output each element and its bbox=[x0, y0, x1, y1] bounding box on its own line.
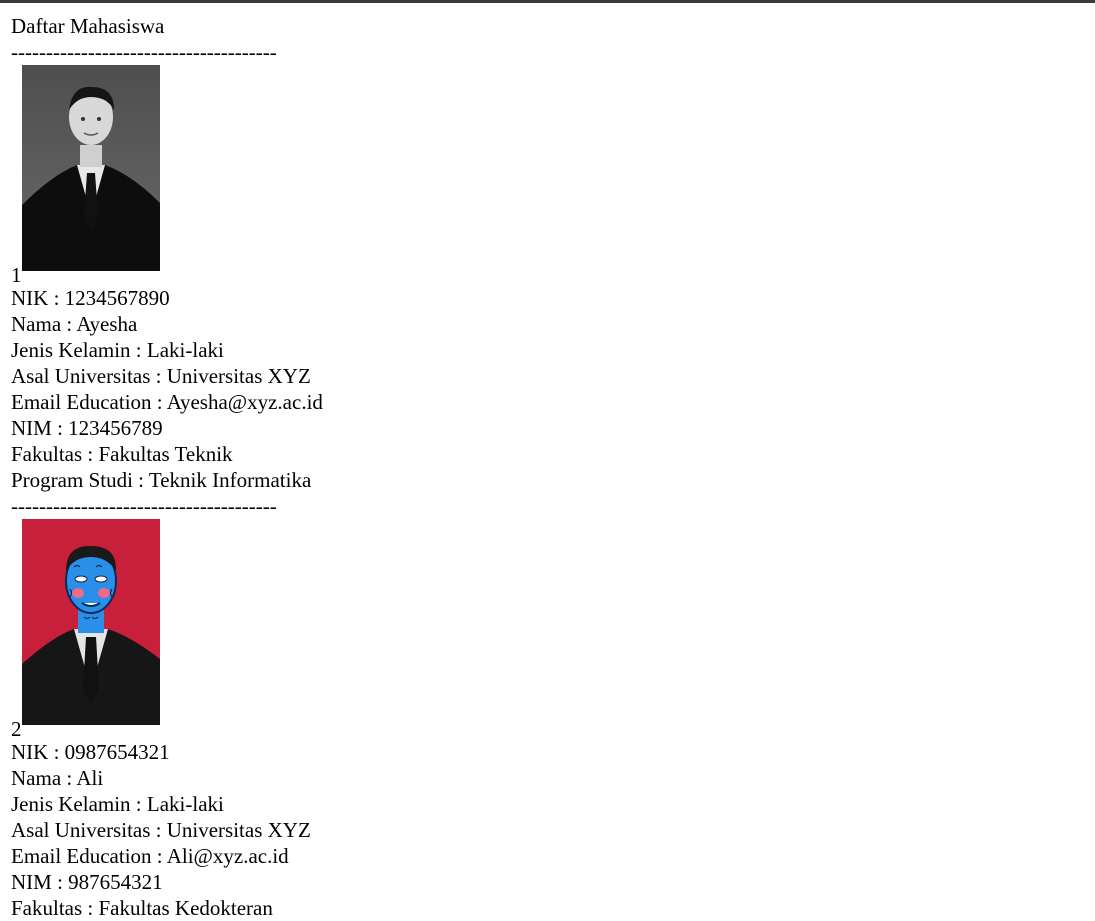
student-fakultas: Fakultas : Fakultas Kedokteran bbox=[11, 896, 273, 920]
student-fakultas: Fakultas : Fakultas Teknik bbox=[11, 442, 233, 466]
student-photo-row: 2 bbox=[11, 519, 1081, 741]
separator: -------------------------------------- bbox=[11, 494, 277, 518]
browser-top-border bbox=[0, 0, 1095, 3]
student-photo-row: 1 bbox=[11, 65, 1081, 287]
student-program-studi: Program Studi : Teknik Informatika bbox=[11, 468, 312, 492]
student-photo bbox=[22, 519, 160, 725]
student-nik: NIK : 0987654321 bbox=[11, 740, 170, 764]
student-nik: NIK : 1234567890 bbox=[11, 286, 170, 310]
student-list: Daftar Mahasiswa -----------------------… bbox=[11, 13, 1081, 921]
student-asal-universitas: Asal Universitas : Universitas XYZ bbox=[11, 364, 311, 388]
student-nama: Nama : Ali bbox=[11, 766, 104, 790]
separator: -------------------------------------- bbox=[11, 40, 277, 64]
student-asal-universitas: Asal Universitas : Universitas XYZ bbox=[11, 818, 311, 842]
student-index: 1 bbox=[11, 263, 22, 287]
student-email: Email Education : Ayesha@xyz.ac.id bbox=[11, 390, 323, 414]
student-nim: NIM : 987654321 bbox=[11, 870, 163, 894]
student-email: Email Education : Ali@xyz.ac.id bbox=[11, 844, 289, 868]
page-title: Daftar Mahasiswa bbox=[11, 14, 165, 38]
student-nama: Nama : Ayesha bbox=[11, 312, 138, 336]
student-photo bbox=[22, 65, 160, 271]
student-jenis-kelamin: Jenis Kelamin : Laki-laki bbox=[11, 338, 224, 362]
student-nim: NIM : 123456789 bbox=[11, 416, 163, 440]
student-jenis-kelamin: Jenis Kelamin : Laki-laki bbox=[11, 792, 224, 816]
student-index: 2 bbox=[11, 717, 22, 741]
